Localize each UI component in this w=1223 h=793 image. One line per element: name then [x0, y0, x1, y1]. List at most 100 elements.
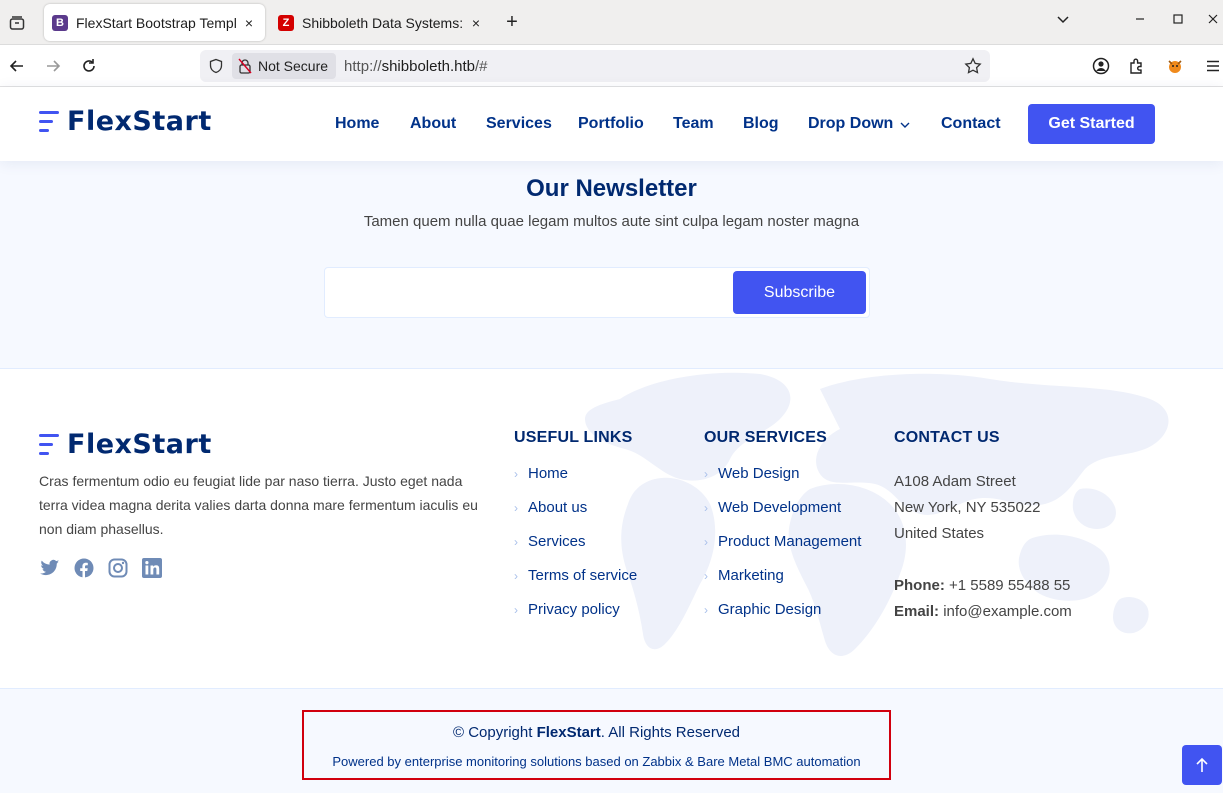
url-scheme: http:// [344, 57, 382, 75]
tab-shibboleth[interactable]: Z Shibboleth Data Systems: Zabbix × [270, 4, 492, 41]
url-host: shibboleth.htb [381, 57, 475, 75]
tab-list-icon[interactable] [6, 12, 28, 34]
service-link-label: Marketing [718, 567, 784, 584]
tab-close-icon[interactable]: × [241, 15, 257, 31]
footer-link-terms[interactable]: › Terms of service [514, 567, 637, 601]
not-secure-badge[interactable]: Not Secure [232, 53, 337, 79]
footer-link-home[interactable]: › Home [514, 465, 637, 499]
service-link-label: Web Development [718, 499, 842, 516]
bookmark-star-icon[interactable] [964, 57, 982, 80]
chevron-right-icon: › [514, 501, 518, 515]
footer-link-services[interactable]: › Services [514, 533, 637, 567]
newsletter-email-input[interactable] [335, 276, 725, 310]
account-icon[interactable] [1090, 55, 1112, 77]
footer-link-privacy[interactable]: › Privacy policy [514, 601, 637, 635]
copyright-prefix: © Copyright [452, 724, 537, 741]
tab-title: FlexStart Bootstrap Template [76, 14, 237, 31]
chevron-right-icon: › [704, 603, 708, 617]
chevron-right-icon: › [514, 603, 518, 617]
contact-title: CONTACT US [894, 429, 1000, 446]
service-link-label: Web Design [718, 465, 800, 482]
extensions-icon[interactable] [1126, 55, 1148, 77]
url-text[interactable]: http://shibboleth.htb/# [344, 58, 487, 75]
copyright-suffix: . All Rights Reserved [600, 724, 741, 741]
subscribe-button[interactable]: Subscribe [733, 271, 866, 314]
tab-close-icon[interactable]: × [468, 15, 484, 31]
service-link-marketing[interactable]: › Marketing [704, 567, 861, 601]
service-link-label: Graphic Design [718, 601, 822, 618]
get-started-button[interactable]: Get Started [1028, 104, 1155, 144]
facebook-icon[interactable] [73, 557, 95, 579]
footer-link-about-us[interactable]: › About us [514, 499, 637, 533]
contact-address-line2: New York, NY 535022 [894, 499, 1041, 516]
maximize-icon[interactable] [1172, 12, 1184, 28]
chevron-right-icon: › [514, 535, 518, 549]
address-bar[interactable]: Not Secure http://shibboleth.htb/# [200, 50, 990, 82]
new-tab-button[interactable]: + [500, 11, 524, 34]
chevron-right-icon: › [704, 569, 708, 583]
copyright-brand: FlexStart [536, 724, 601, 741]
chevron-right-icon: › [704, 467, 708, 481]
twitter-icon[interactable] [39, 557, 61, 579]
phone-value: +1 5589 55488 55 [949, 577, 1071, 594]
contact-email: Email: info@example.com [894, 599, 1072, 625]
world-map-background [585, 372, 1169, 656]
footer-link-label: Home [528, 465, 569, 482]
minimize-icon[interactable] [1134, 12, 1146, 28]
footer-link-label: Terms of service [528, 567, 638, 584]
chevron-right-icon: › [514, 569, 518, 583]
reload-icon[interactable] [78, 55, 100, 77]
shield-icon[interactable] [208, 58, 224, 79]
logo-mark-icon [39, 434, 59, 455]
useful-links-column: USEFUL LINKS › Home › About us › Services ›… [514, 429, 637, 635]
newsletter-section: Our Newsletter Tamen quem nulla quae leg… [0, 161, 1223, 369]
linkedin-icon[interactable] [141, 557, 163, 579]
nav-blog[interactable]: Blog [743, 115, 779, 133]
extension-fox-icon[interactable] [1164, 55, 1186, 77]
service-link-web-development[interactable]: › Web Development [704, 499, 861, 533]
nav-contact[interactable]: Contact [941, 115, 1001, 133]
browser-tab-bar: B FlexStart Bootstrap Template × Z Shibb… [0, 0, 1223, 45]
newsletter-subtitle: Tamen quem nulla quae legam multos aute … [363, 213, 860, 230]
contact-phone: Phone: +1 5589 55488 55 [894, 573, 1072, 599]
footer-logo[interactable]: FlexStart [39, 429, 212, 460]
our-services-title: OUR SERVICES [704, 429, 828, 446]
contact-address-line3: United States [894, 525, 985, 542]
nav-team[interactable]: Team [673, 115, 714, 133]
footer-logo-text: FlexStart [67, 429, 212, 460]
forward-arrow-icon[interactable] [42, 55, 64, 77]
nav-services[interactable]: Services [486, 115, 552, 133]
service-link-product-management[interactable]: › Product Management [704, 533, 861, 567]
phone-label: Phone: [894, 577, 945, 594]
service-link-web-design[interactable]: › Web Design [704, 465, 861, 499]
back-to-top-button[interactable] [1182, 745, 1222, 785]
newsletter-form: Subscribe [324, 267, 870, 318]
tab-overflow-chevron-icon[interactable] [1056, 12, 1070, 29]
service-link-graphic-design[interactable]: › Graphic Design [704, 601, 861, 635]
app-menu-icon[interactable] [1202, 55, 1223, 77]
arrow-up-icon [1196, 757, 1208, 772]
newsletter-title: Our Newsletter [526, 175, 697, 202]
instagram-icon[interactable] [107, 557, 129, 579]
copyright-text: © Copyright FlexStart. All Rights Reserv… [304, 724, 889, 741]
footer-link-label: Privacy policy [528, 601, 620, 618]
contact-address-line1: A108 Adam Street [894, 473, 1016, 490]
chevron-right-icon: › [704, 501, 708, 515]
email-label: Email: [894, 603, 940, 620]
chevron-right-icon: › [514, 467, 518, 481]
nav-home[interactable]: Home [335, 115, 379, 133]
tab-flexstart[interactable]: B FlexStart Bootstrap Template × [44, 4, 265, 41]
footer-about-text: Cras fermentum odio eu feugiat lide par … [39, 473, 478, 537]
header-logo[interactable]: FlexStart [39, 106, 212, 137]
bootstrap-favicon-icon: B [52, 14, 68, 31]
window-close-icon[interactable] [1207, 12, 1219, 28]
footer-bottom: © Copyright FlexStart. All Rights Reserv… [0, 689, 1223, 793]
back-arrow-icon[interactable] [6, 55, 28, 77]
nav-drop-down[interactable]: Drop Down [808, 115, 893, 133]
insecure-lock-icon [238, 58, 252, 74]
nav-portfolio[interactable]: Portfolio [578, 115, 644, 133]
nav-about[interactable]: About [410, 115, 456, 133]
tab-title: Shibboleth Data Systems: Zabbix [302, 14, 464, 31]
footer-link-label: Services [528, 533, 586, 550]
useful-links-title: USEFUL LINKS [514, 429, 633, 446]
